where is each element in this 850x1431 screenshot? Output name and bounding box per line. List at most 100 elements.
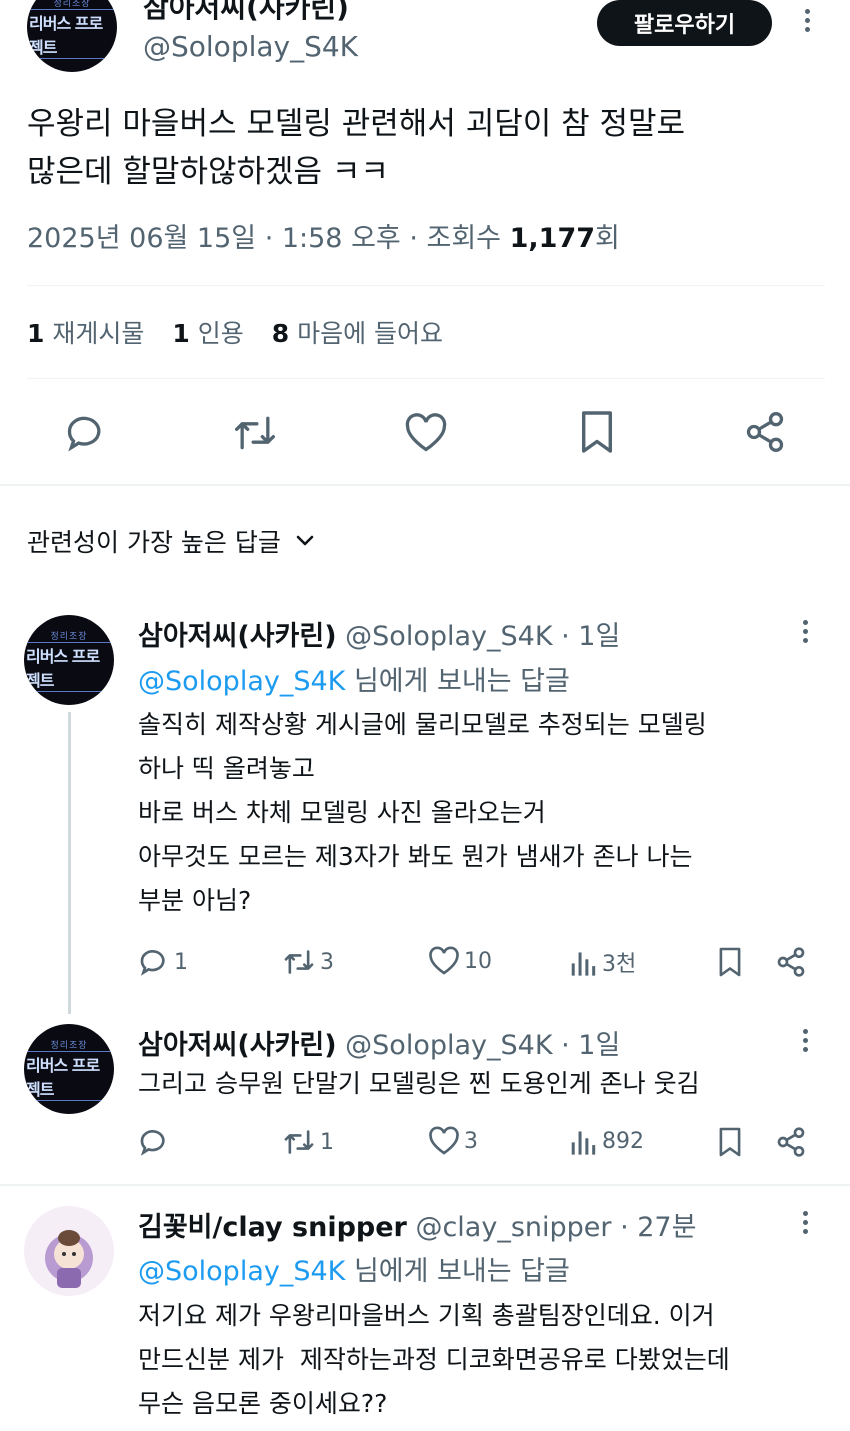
reply-icon (140, 1130, 165, 1156)
replying-to-handle[interactable]: @Soloplay_S4K (138, 1256, 345, 1287)
views-action[interactable]: 892 (570, 1126, 644, 1156)
share-icon[interactable] (775, 1126, 807, 1158)
like-action[interactable]: 10 (428, 946, 492, 976)
reply-text-line: 무슨 음모론 중이세요?? (138, 1389, 388, 1418)
reply-meta[interactable]: @clay_snipper · 27분 (415, 1212, 696, 1243)
reply-action[interactable]: 1 (138, 946, 188, 978)
view-count: 3천 (602, 952, 637, 977)
repost-count: 3 (320, 949, 334, 975)
reply-text-line: 바로 버스 차체 모델링 사진 올라오는거 (138, 798, 546, 827)
reply-avatar[interactable] (24, 1206, 114, 1296)
divider (0, 1184, 850, 1186)
reply-action[interactable] (138, 1126, 174, 1158)
like-icon (429, 1126, 459, 1155)
quotes-stat[interactable]: 1 인용 (172, 314, 243, 350)
reply-icon (140, 950, 165, 976)
tweet-meta: 2025년 06월 15일 · 1:58 오후 · 조회수 1,177회 (27, 216, 620, 255)
reply-author-name[interactable]: 삼아저씨(사카린) (138, 621, 337, 652)
tweet-timestamp[interactable]: 2025년 06월 15일 · 1:58 오후 · 조회수 (27, 223, 510, 254)
bookmark-icon[interactable] (717, 945, 743, 979)
thread-line (68, 712, 71, 1014)
reposts-label: 재게시물 (52, 319, 145, 348)
avatar-logo-title: 리버스 프로젝트 (27, 8, 117, 59)
tweet-text-line: 많은데 할말하않하겠음 ㅋㅋ (27, 154, 389, 190)
tweet-text-line: 우왕리 마을버스 모델링 관련해서 괴담이 참 정말로 (27, 106, 686, 142)
repost-action[interactable]: 1 (282, 1126, 334, 1158)
likes-stat[interactable]: 8 마음에 들어요 (272, 314, 443, 350)
share-icon[interactable] (775, 946, 807, 978)
reply-meta[interactable]: @Soloplay_S4K · 1일 (345, 621, 620, 652)
author-avatar[interactable]: 정리조장 리버스 프로젝트 (27, 0, 117, 72)
reposts-count: 1 (27, 319, 45, 348)
avatar-logo-title: 리버스 프로젝트 (24, 641, 114, 692)
reply-text-line: 아무것도 모르는 제3자가 봐도 뭔가 냄새가 존나 나는 (138, 842, 693, 871)
reply-header: 김꽃비/clay snipper @clay_snipper · 27분 (138, 1205, 696, 1244)
share-icon[interactable] (743, 410, 787, 454)
replying-to: @Soloplay_S4K 님에게 보내는 답글 (138, 659, 570, 698)
repost-count: 1 (320, 1129, 334, 1155)
more-options-icon[interactable] (803, 1029, 809, 1056)
divider (0, 484, 850, 486)
reply-text-line: 저기요 제가 우왕리마을버스 기획 총괄팀장인데요. 이거 (138, 1301, 715, 1330)
like-icon (429, 946, 459, 975)
reply-header: 삼아저씨(사카린) @Soloplay_S4K · 1일 (138, 614, 620, 653)
repost-icon (284, 950, 314, 974)
reply-header: 삼아저씨(사카린) @Soloplay_S4K · 1일 (138, 1023, 620, 1062)
reply-sort-label: 관련성이 가장 높은 답글 (27, 528, 281, 557)
quotes-count: 1 (172, 319, 190, 348)
reply-text-line: 만드신분 제가 제작하는과정 디코화면공유로 다봤었는데 (138, 1345, 730, 1374)
reply-text-line: 부분 아님? (138, 886, 252, 915)
chevron-down-icon (296, 535, 314, 546)
reply-avatar[interactable]: 정리조장 리버스 프로젝트 (24, 1024, 114, 1114)
bookmark-icon[interactable] (717, 1125, 743, 1159)
view-suffix: 회 (595, 223, 620, 254)
repost-icon[interactable] (231, 411, 279, 455)
reply-author-name[interactable]: 김꽃비/clay snipper (138, 1212, 407, 1243)
views-action[interactable]: 3천 (570, 946, 636, 978)
view-count: 892 (602, 1128, 644, 1154)
avatar-logo-text: 정리조장 (50, 631, 88, 642)
replying-to-handle[interactable]: @Soloplay_S4K (138, 666, 345, 697)
divider (27, 285, 825, 286)
reply-sort-dropdown[interactable]: 관련성이 가장 높은 답글 (27, 523, 315, 559)
avatar-logo-text: 정리조장 (53, 0, 91, 9)
reply-icon[interactable] (64, 411, 108, 455)
more-options-icon[interactable] (805, 9, 811, 36)
repost-icon (284, 1130, 314, 1154)
views-chart-icon (571, 1131, 596, 1155)
author-name[interactable]: 삼아저씨(사카린) (143, 0, 349, 26)
reply-meta[interactable]: @Soloplay_S4K · 1일 (345, 1030, 620, 1061)
quotes-label: 인용 (197, 319, 244, 348)
tweet-text: 우왕리 마을버스 모델링 관련해서 괴담이 참 정말로 많은데 할말하않하겠음 … (27, 100, 827, 196)
reply-text-line: 솔직히 제작상황 게시글에 물리모델로 추정되는 모델링 (138, 710, 707, 739)
bookmark-icon[interactable] (578, 409, 616, 455)
divider (27, 378, 825, 379)
more-options-icon[interactable] (803, 620, 809, 647)
more-options-icon[interactable] (803, 1211, 809, 1238)
avatar-logo-title: 리버스 프로젝트 (24, 1050, 114, 1101)
like-icon[interactable] (404, 412, 448, 454)
reply-avatar[interactable]: 정리조장 리버스 프로젝트 (24, 615, 114, 705)
author-handle[interactable]: @Soloplay_S4K (143, 30, 358, 63)
tweet-stats: 1 재게시물 1 인용 8 마음에 들어요 (27, 314, 443, 350)
reply-text-line: 그리고 승무원 단말기 모델링은 찐 도용인게 존나 웃김 (138, 1069, 700, 1098)
replying-to: @Soloplay_S4K 님에게 보내는 답글 (138, 1249, 570, 1288)
like-count: 10 (464, 948, 492, 974)
reply-text-line: 하나 띡 올려놓고 (138, 754, 315, 783)
like-action[interactable]: 3 (428, 1126, 478, 1156)
reposts-stat[interactable]: 1 재게시물 (27, 314, 144, 350)
avatar-logo-text: 정리조장 (50, 1040, 88, 1051)
likes-label: 마음에 들어요 (297, 319, 444, 348)
replying-to-suffix: 님에게 보내는 답글 (345, 666, 570, 697)
reply-text: 솔직히 제작상황 게시글에 물리모델로 추정되는 모델링 하나 띡 올려놓고 바… (138, 703, 838, 923)
views-chart-icon (571, 952, 596, 976)
reply-count: 1 (174, 949, 188, 975)
likes-count: 8 (271, 319, 290, 348)
view-count: 1,177 (509, 223, 596, 254)
reply-text: 그리고 승무원 단말기 모델링은 찐 도용인게 존나 웃김 (138, 1062, 838, 1106)
replying-to-suffix: 님에게 보내는 답글 (345, 1256, 570, 1287)
reply-author-name[interactable]: 삼아저씨(사카린) (138, 1030, 337, 1061)
like-count: 3 (464, 1128, 478, 1154)
follow-button[interactable]: 팔로우하기 (597, 0, 772, 46)
repost-action[interactable]: 3 (282, 946, 334, 978)
